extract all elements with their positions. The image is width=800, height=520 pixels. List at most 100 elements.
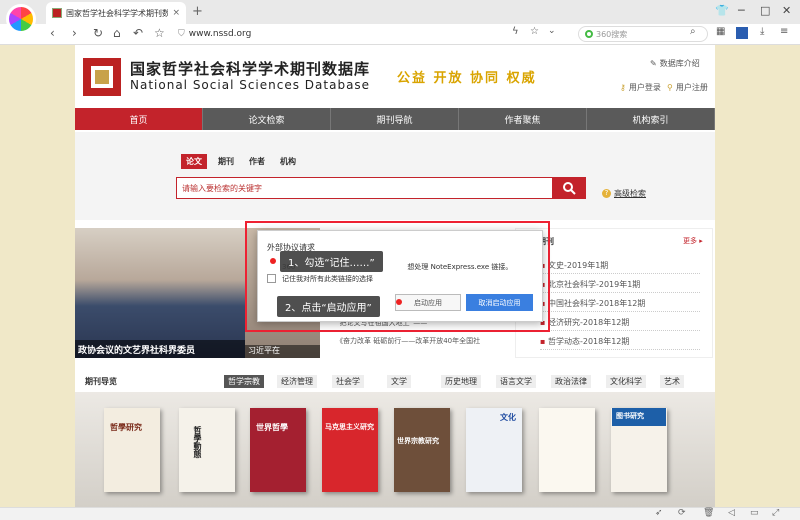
forward-icon[interactable]: › xyxy=(72,26,77,40)
journal-item[interactable]: ▪ 文史-2019年1期 xyxy=(540,260,700,274)
more-label: 更多 xyxy=(683,237,697,245)
favorite-star-icon[interactable]: ☆ xyxy=(154,26,165,40)
login-link[interactable]: ⚷ 用户登录 xyxy=(620,82,661,93)
step1-dot xyxy=(270,258,276,264)
category-philosophy[interactable]: 哲学宗教 xyxy=(224,375,264,388)
refresh-small-icon[interactable]: ⟳ xyxy=(678,508,686,518)
grid-icon[interactable]: ▦ xyxy=(716,26,725,37)
search-tab-author[interactable]: 作者 xyxy=(249,156,265,167)
browser-logo-icon[interactable] xyxy=(6,4,36,34)
search-input[interactable]: 请输入要检索的关键字 xyxy=(176,177,554,199)
trash-icon[interactable]: 🗑 xyxy=(703,508,714,518)
nav-journals[interactable]: 期刊导航 xyxy=(331,108,459,130)
journal-cover-title: 哲學研究 xyxy=(110,422,142,432)
lightning-icon[interactable]: ϟ xyxy=(512,26,519,37)
advanced-search-link[interactable]: ? 高级检索 xyxy=(602,188,646,199)
nav-paper-search[interactable]: 论文检索 xyxy=(203,108,331,130)
extension-icon[interactable] xyxy=(736,27,748,39)
category-literature[interactable]: 文学 xyxy=(387,375,411,388)
category-art[interactable]: 艺术 xyxy=(660,375,684,388)
news-photo[interactable] xyxy=(75,228,245,358)
main-nav: 首页 论文检索 期刊导航 作者聚焦 机构索引 xyxy=(75,108,715,130)
journal-item[interactable]: ▪ 经济研究-2018年12期 xyxy=(540,317,700,331)
journal-item[interactable]: ▪ 中国社会科学-2018年12期 xyxy=(540,298,700,312)
intro-link[interactable]: ✎ 数据库介绍 xyxy=(650,58,700,69)
journal-item[interactable]: ▪ 哲学动态-2018年12期 xyxy=(540,336,700,350)
category-culture[interactable]: 文化科学 xyxy=(606,375,646,388)
favicon-icon xyxy=(52,8,62,18)
dialog-message-text: 想处理 NoteExpress.exe 链接。 xyxy=(407,263,513,271)
search-button[interactable] xyxy=(552,177,586,199)
search-icon[interactable]: ⌕ xyxy=(690,26,696,37)
category-economics[interactable]: 经济管理 xyxy=(277,375,317,388)
browser-tab[interactable]: 国家哲学社会科学学术期刊数据 × xyxy=(46,2,186,24)
new-tab-button[interactable]: + xyxy=(192,4,203,19)
login-link-label: 用户登录 xyxy=(628,83,661,92)
journal-item-label: 中国社会科学-2018年12期 xyxy=(547,299,646,308)
journal-cover[interactable]: 文化 xyxy=(466,408,522,492)
site-logo[interactable] xyxy=(83,58,121,96)
nav-authors[interactable]: 作者聚焦 xyxy=(459,108,587,130)
nav-home[interactable]: 首页 xyxy=(75,108,203,130)
photo-caption[interactable]: 政协会议的文艺界社科界委员 xyxy=(75,340,245,358)
journal-cover[interactable]: 哲學研究 xyxy=(104,408,160,492)
journal-item[interactable]: ▪ 北京社会科学-2019年1期 xyxy=(540,279,700,293)
maximize-button[interactable]: □ xyxy=(760,4,770,17)
category-sociology[interactable]: 社会学 xyxy=(332,375,364,388)
chevron-down-icon[interactable]: ⌄ xyxy=(548,26,556,36)
skin-icon[interactable]: 👕 xyxy=(715,4,729,17)
journal-cover[interactable] xyxy=(539,408,595,492)
refresh-icon[interactable]: ↻ xyxy=(93,26,103,40)
news-item[interactable]: 《奋力改革 砥砺前行——改革开放40年全国社 xyxy=(336,336,511,346)
journal-item-label: 哲学动态-2018年12期 xyxy=(547,337,630,346)
journal-cover[interactable]: 世界宗教研究 xyxy=(394,408,450,492)
step2-tooltip: 2、点击“启动应用” xyxy=(277,296,380,317)
undo-icon[interactable]: ↶ xyxy=(133,26,143,40)
close-window-button[interactable]: ✕ xyxy=(782,4,791,17)
speaker-icon[interactable]: ◁ xyxy=(728,508,735,518)
back-icon[interactable]: ‹ xyxy=(50,26,55,40)
search-panel xyxy=(75,132,715,220)
tab-title: 国家哲学社会科学学术期刊数据 xyxy=(66,8,169,18)
cancel-open-button[interactable]: 取消启动应用 xyxy=(466,294,533,311)
menu-icon[interactable]: ≡ xyxy=(780,26,788,37)
intro-link-label: 数据库介绍 xyxy=(659,59,700,68)
journal-cover-band: 图书研究 xyxy=(612,408,666,426)
category-history[interactable]: 历史地理 xyxy=(441,375,481,388)
site-title-en: National Social Sciences Database xyxy=(130,78,371,92)
more-link[interactable]: 更多 ▸ xyxy=(683,236,703,246)
journal-cover-title: 世界哲學 xyxy=(256,422,288,432)
journal-item-label: 文史-2019年1期 xyxy=(547,261,609,270)
shield-icon: ⛉ xyxy=(178,29,185,39)
window-icon[interactable]: ▭ xyxy=(750,508,759,518)
download-icon[interactable]: ⤓ xyxy=(760,26,764,37)
browser-search-input[interactable]: 360搜索 xyxy=(578,26,708,42)
category-language[interactable]: 语言文学 xyxy=(496,375,536,388)
minimize-button[interactable]: ─ xyxy=(738,4,745,17)
zoom-icon[interactable]: ⤢ xyxy=(772,508,779,518)
photo-caption-2[interactable]: 习近平在 xyxy=(245,345,320,358)
search-tab-paper[interactable]: 论文 xyxy=(181,154,207,169)
advanced-search-label: 高级检索 xyxy=(614,189,646,198)
register-link-label: 用户注册 xyxy=(675,83,708,92)
remember-checkbox[interactable] xyxy=(267,274,276,283)
nav-institutions[interactable]: 机构索引 xyxy=(587,108,715,130)
tab-close-icon[interactable]: × xyxy=(172,8,180,18)
journal-cover-title: 哲學動態 xyxy=(193,426,203,458)
category-politics[interactable]: 政治法律 xyxy=(551,375,591,388)
search-tab-institution[interactable]: 机构 xyxy=(280,156,296,167)
open-app-button[interactable]: 启动应用 xyxy=(395,294,461,311)
journal-cover[interactable]: 哲學動態 xyxy=(179,408,235,492)
search-tab-journal[interactable]: 期刊 xyxy=(218,156,234,167)
address-bar[interactable]: ⛉ www.nssd.org xyxy=(178,26,568,42)
journal-cover-title: 世界宗教研究 xyxy=(397,436,439,445)
browser-search-placeholder: 360搜索 xyxy=(596,29,628,39)
home-icon[interactable]: ⌂ xyxy=(113,26,121,40)
bookmark-star-icon[interactable]: ☆ xyxy=(530,26,539,37)
remember-checkbox-label[interactable]: 记住我对所有此类链接的选择 xyxy=(282,274,373,284)
register-link[interactable]: ⚲ 用户注册 xyxy=(667,82,708,93)
step1-tooltip: 1、勾选“记住……” xyxy=(280,251,383,272)
journal-cover[interactable]: 马克思主义研究 xyxy=(322,408,378,492)
journal-cover[interactable]: 世界哲學 xyxy=(250,408,306,492)
rocket-icon[interactable]: ➶ xyxy=(655,508,663,518)
